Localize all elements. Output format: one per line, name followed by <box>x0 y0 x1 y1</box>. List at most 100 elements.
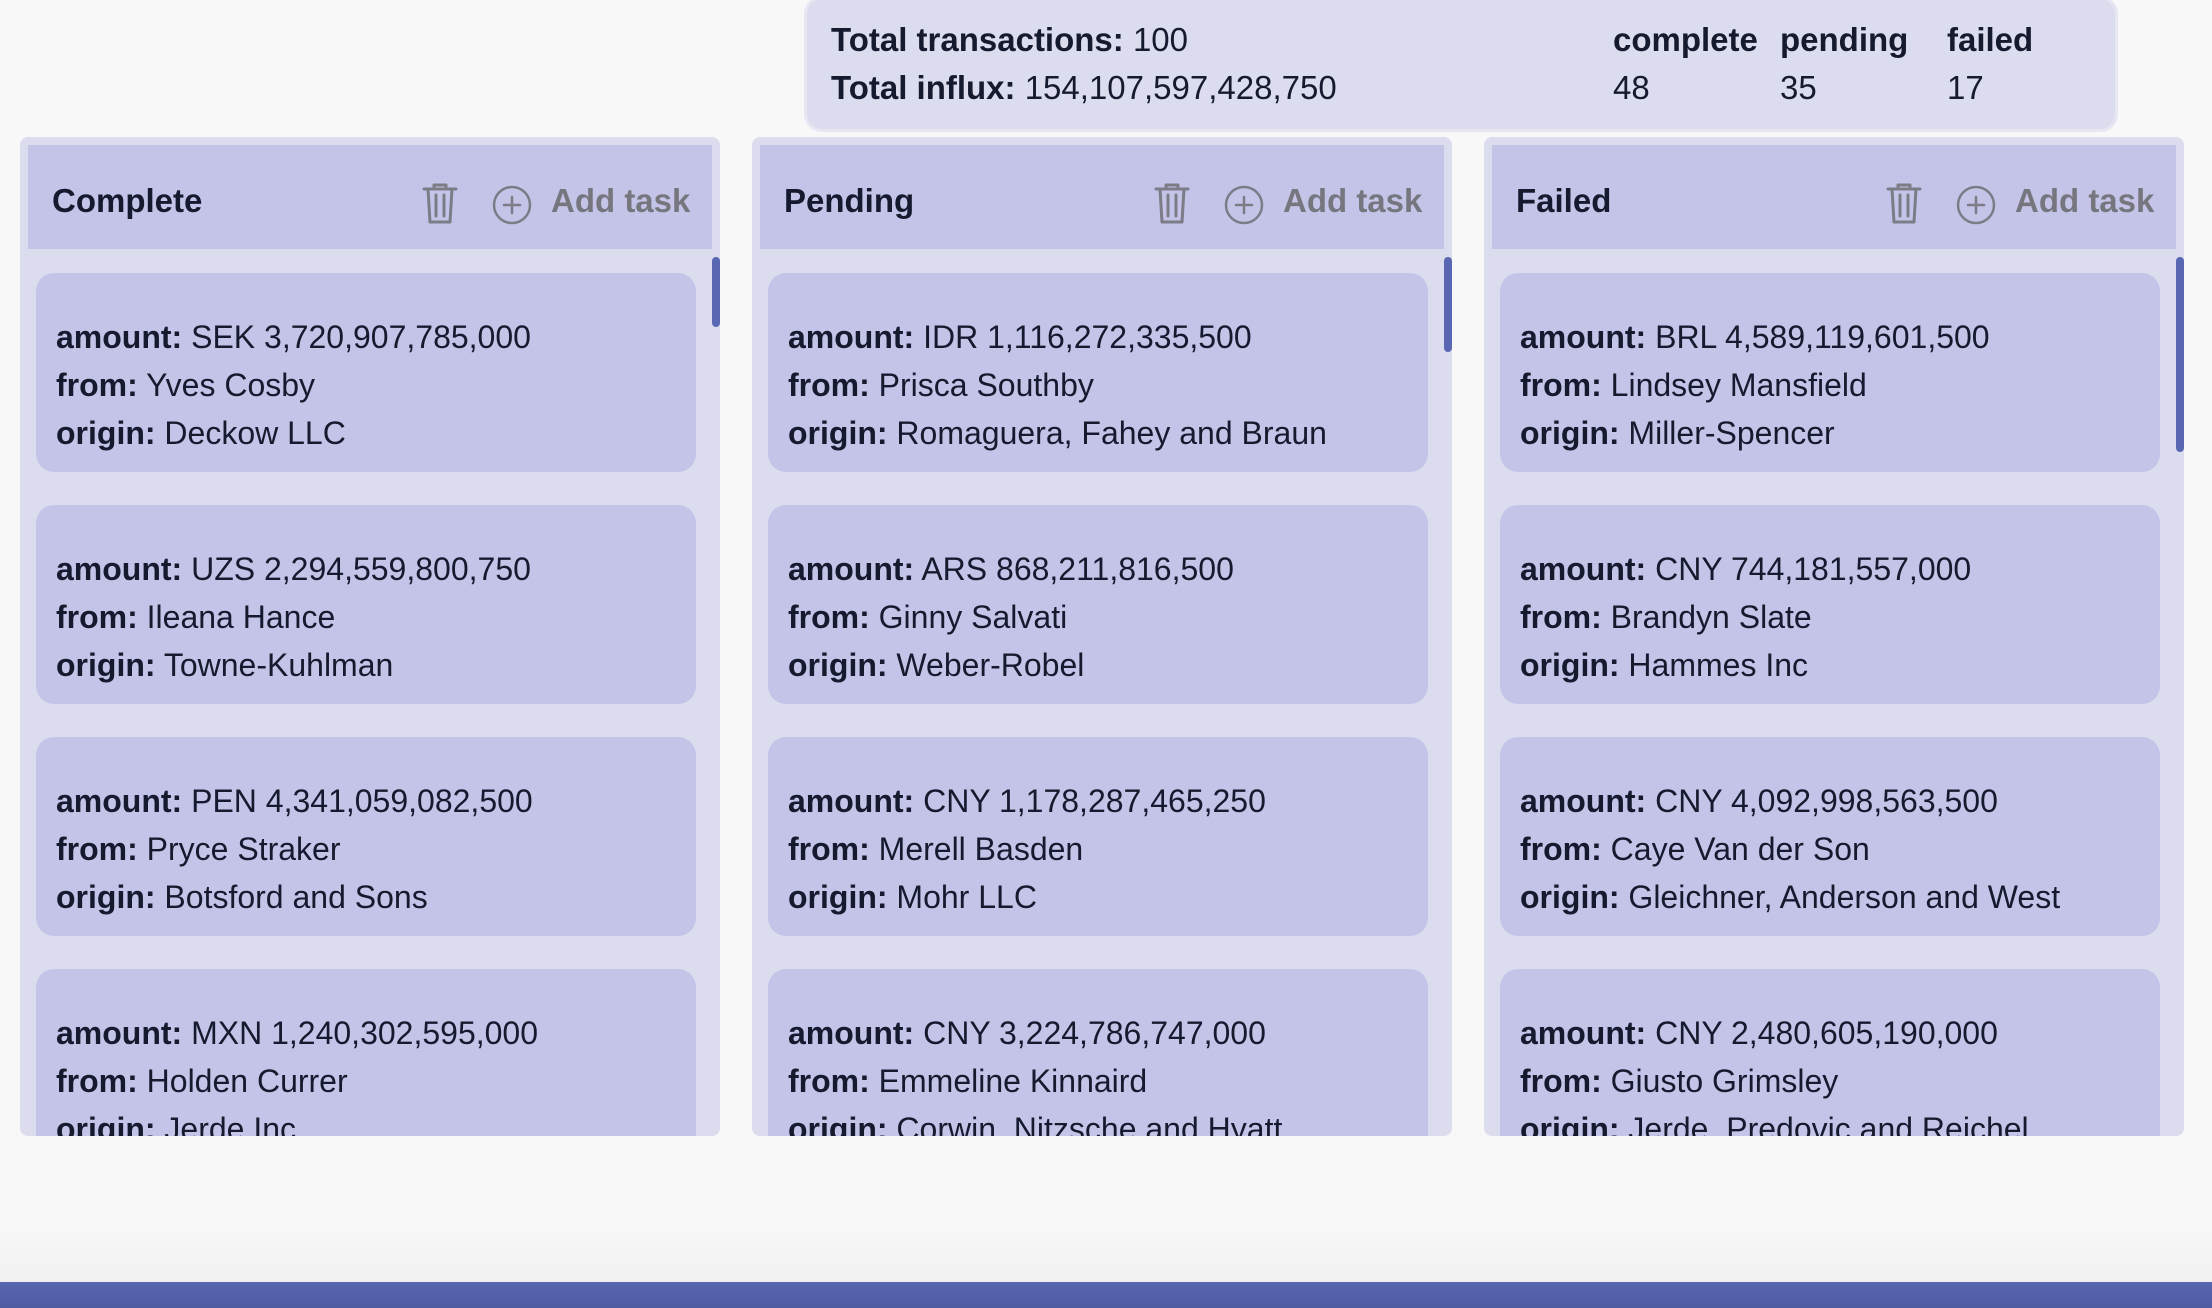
total-influx-value: 154,107,597,428,750 <box>1024 69 1337 106</box>
from-value: Merell Basden <box>878 831 1084 867</box>
origin-label: origin: <box>1520 879 1620 915</box>
from-value: Ginny Salvati <box>878 599 1068 635</box>
column-complete: Complete Add task amount: SEK 3,720,907,… <box>20 137 720 1136</box>
add-task-button[interactable]: Add task <box>2015 182 2154 220</box>
column-title: Complete <box>52 182 203 219</box>
origin-value: Hammes Inc <box>1628 647 1809 683</box>
amount-label: amount: <box>788 783 915 819</box>
transaction-card[interactable]: amount: IDR 1,116,272,335,500 from: Pris… <box>768 273 1428 472</box>
origin-value: Towne-Kuhlman <box>163 647 394 683</box>
total-transactions-value: 100 <box>1132 21 1188 58</box>
amount-label: amount: <box>56 319 183 355</box>
amount-value: UZS 2,294,559,800,750 <box>191 551 531 587</box>
origin-value: Deckow LLC <box>164 415 346 451</box>
from-label: from: <box>1520 599 1602 635</box>
trash-icon[interactable] <box>421 181 459 225</box>
transaction-card[interactable]: amount: SEK 3,720,907,785,000 from: Yves… <box>36 273 696 472</box>
transaction-card[interactable]: amount: MXN 1,240,302,595,000 from: Hold… <box>36 969 696 1136</box>
transaction-card[interactable]: amount: CNY 1,178,287,465,250 from: Mere… <box>768 737 1428 936</box>
from-label: from: <box>1520 367 1602 403</box>
origin-value: Jerde, Predovic and Reichel <box>1628 1111 2029 1136</box>
origin-label: origin: <box>56 415 156 451</box>
from-label: from: <box>56 367 138 403</box>
from-value: Brandyn Slate <box>1610 599 1812 635</box>
from-label: from: <box>788 599 870 635</box>
from-value: Yves Cosby <box>146 367 316 403</box>
total-transactions-label: Total transactions: <box>831 21 1124 58</box>
amount-value: BRL 4,589,119,601,500 <box>1655 319 1990 355</box>
origin-label: origin: <box>788 415 888 451</box>
bottom-bar <box>0 1282 2212 1308</box>
amount-label: amount: <box>1520 1015 1647 1051</box>
amount-value: CNY 3,224,786,747,000 <box>923 1015 1266 1051</box>
amount-value: CNY 2,480,605,190,000 <box>1655 1015 1998 1051</box>
add-task-button[interactable]: Add task <box>1283 182 1422 220</box>
amount-label: amount: <box>56 1015 183 1051</box>
origin-label: origin: <box>788 879 888 915</box>
total-influx: Total influx: 154,107,597,428,750 <box>831 69 1337 107</box>
from-value: Pryce Straker <box>146 831 341 867</box>
from-value: Lindsey Mansfield <box>1610 367 1867 403</box>
origin-value: Jerde Inc <box>164 1111 297 1136</box>
amount-value: PEN 4,341,059,082,500 <box>191 783 533 819</box>
column-scrollbar[interactable] <box>1444 257 1452 352</box>
amount-value: CNY 1,178,287,465,250 <box>923 783 1266 819</box>
total-transactions: Total transactions: 100 <box>831 21 1188 59</box>
plus-circle-icon[interactable] <box>492 185 532 225</box>
column-failed: Failed Add task amount: BRL 4,589,119,60… <box>1484 137 2184 1136</box>
column-title: Pending <box>784 182 915 219</box>
column-scrollbar[interactable] <box>2176 257 2184 452</box>
from-value: Emmeline Kinnaird <box>878 1063 1148 1099</box>
trash-icon[interactable] <box>1153 181 1191 225</box>
from-value: Holden Currer <box>146 1063 348 1099</box>
stat-value: 35 <box>1780 69 1817 106</box>
from-value: Ileana Hance <box>146 599 336 635</box>
from-label: from: <box>1520 1063 1602 1099</box>
origin-label: origin: <box>56 1111 156 1136</box>
amount-value: SEK 3,720,907,785,000 <box>191 319 531 355</box>
column-header: Pending Add task <box>760 145 1444 249</box>
plus-circle-icon[interactable] <box>1224 185 1264 225</box>
from-label: from: <box>788 1063 870 1099</box>
column-header: Complete Add task <box>28 145 712 249</box>
origin-label: origin: <box>788 1111 888 1136</box>
origin-value: Romaguera, Fahey and Braun <box>896 415 1327 451</box>
amount-label: amount: <box>1520 551 1647 587</box>
plus-circle-icon[interactable] <box>1956 185 1996 225</box>
stat-value: 17 <box>1947 69 1984 106</box>
origin-label: origin: <box>1520 647 1620 683</box>
from-label: from: <box>788 367 870 403</box>
total-influx-label: Total influx: <box>831 69 1016 106</box>
from-label: from: <box>56 831 138 867</box>
origin-value: Corwin, Nitzsche and Hyatt <box>896 1111 1283 1136</box>
amount-label: amount: <box>1520 783 1647 819</box>
from-label: from: <box>788 831 870 867</box>
column-scrollbar[interactable] <box>712 257 720 327</box>
amount-label: amount: <box>1520 319 1647 355</box>
amount-value: CNY 744,181,557,000 <box>1655 551 1972 587</box>
origin-value: Weber-Robel <box>896 647 1085 683</box>
transaction-card[interactable]: amount: CNY 4,092,998,563,500 from: Caye… <box>1500 737 2160 936</box>
from-label: from: <box>56 1063 138 1099</box>
trash-icon[interactable] <box>1885 181 1923 225</box>
transaction-card[interactable]: amount: CNY 2,480,605,190,000 from: Gius… <box>1500 969 2160 1136</box>
transaction-card[interactable]: amount: CNY 744,181,557,000 from: Brandy… <box>1500 505 2160 704</box>
from-value: Giusto Grimsley <box>1610 1063 1839 1099</box>
transaction-card[interactable]: amount: ARS 868,211,816,500 from: Ginny … <box>768 505 1428 704</box>
transaction-card[interactable]: amount: BRL 4,589,119,601,500 from: Lind… <box>1500 273 2160 472</box>
stat-value: 48 <box>1613 69 1650 106</box>
amount-value: MXN 1,240,302,595,000 <box>191 1015 539 1051</box>
origin-label: origin: <box>1520 1111 1620 1136</box>
origin-value: Miller-Spencer <box>1628 415 1835 451</box>
transaction-card[interactable]: amount: CNY 3,224,786,747,000 from: Emme… <box>768 969 1428 1136</box>
column-title: Failed <box>1516 182 1612 219</box>
amount-label: amount: <box>788 1015 915 1051</box>
amount-value: CNY 4,092,998,563,500 <box>1655 783 1998 819</box>
from-value: Caye Van der Son <box>1610 831 1870 867</box>
add-task-button[interactable]: Add task <box>551 182 690 220</box>
transaction-card[interactable]: amount: PEN 4,341,059,082,500 from: Pryc… <box>36 737 696 936</box>
origin-value: Botsford and Sons <box>164 879 428 915</box>
transaction-card[interactable]: amount: UZS 2,294,559,800,750 from: Ilea… <box>36 505 696 704</box>
amount-value: ARS 868,211,816,500 <box>921 551 1234 587</box>
origin-value: Mohr LLC <box>896 879 1037 915</box>
